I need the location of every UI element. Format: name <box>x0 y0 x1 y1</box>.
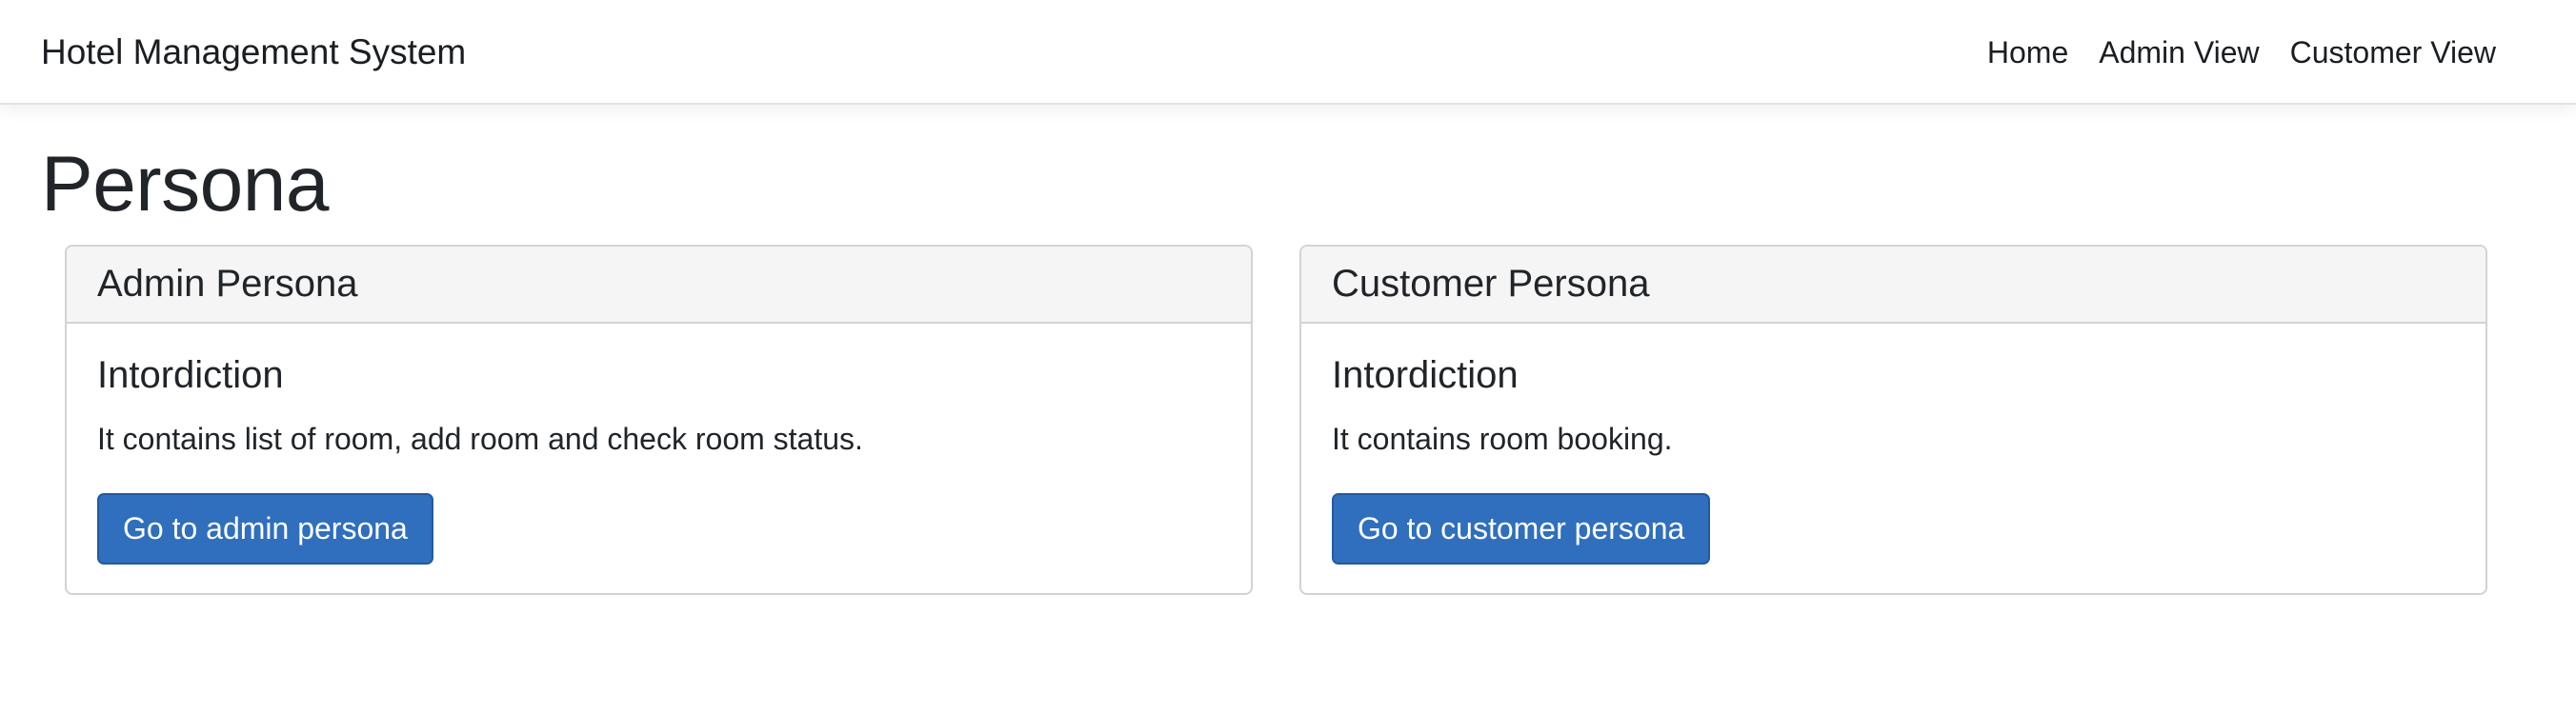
nav-links: Home Admin View Customer View <box>1987 0 2496 105</box>
admin-card-body: Intordiction It contains list of room, a… <box>67 324 1251 593</box>
nav-link-home[interactable]: Home <box>1987 35 2068 69</box>
navbar: Hotel Management System Home Admin View … <box>0 0 2576 105</box>
nav-item-admin-view: Admin View <box>2099 35 2259 70</box>
admin-card-text: It contains list of room, add room and c… <box>97 422 863 456</box>
page-title: Persona <box>41 141 329 228</box>
nav-link-customer-view[interactable]: Customer View <box>2290 35 2496 69</box>
customer-card-header: Customer Persona <box>1301 247 2485 324</box>
brand-link[interactable]: Hotel Management System <box>41 0 466 105</box>
admin-persona-card: Admin Persona Intordiction It contains l… <box>65 245 1253 595</box>
admin-card-intro-title: Intordiction <box>97 354 284 396</box>
nav-link-admin-view[interactable]: Admin View <box>2099 35 2259 69</box>
customer-card-intro-title: Intordiction <box>1332 354 1519 396</box>
go-to-customer-persona-button[interactable]: Go to customer persona <box>1332 493 1711 565</box>
admin-card-header: Admin Persona <box>67 247 1251 324</box>
nav-item-customer-view: Customer View <box>2290 35 2496 70</box>
customer-card-text: It contains room booking. <box>1332 422 1673 456</box>
go-to-admin-persona-button[interactable]: Go to admin persona <box>97 493 433 565</box>
nav-item-home: Home <box>1987 35 2068 70</box>
customer-card-body: Intordiction It contains room booking. G… <box>1301 324 2485 593</box>
customer-persona-card: Customer Persona Intordiction It contain… <box>1299 245 2487 595</box>
